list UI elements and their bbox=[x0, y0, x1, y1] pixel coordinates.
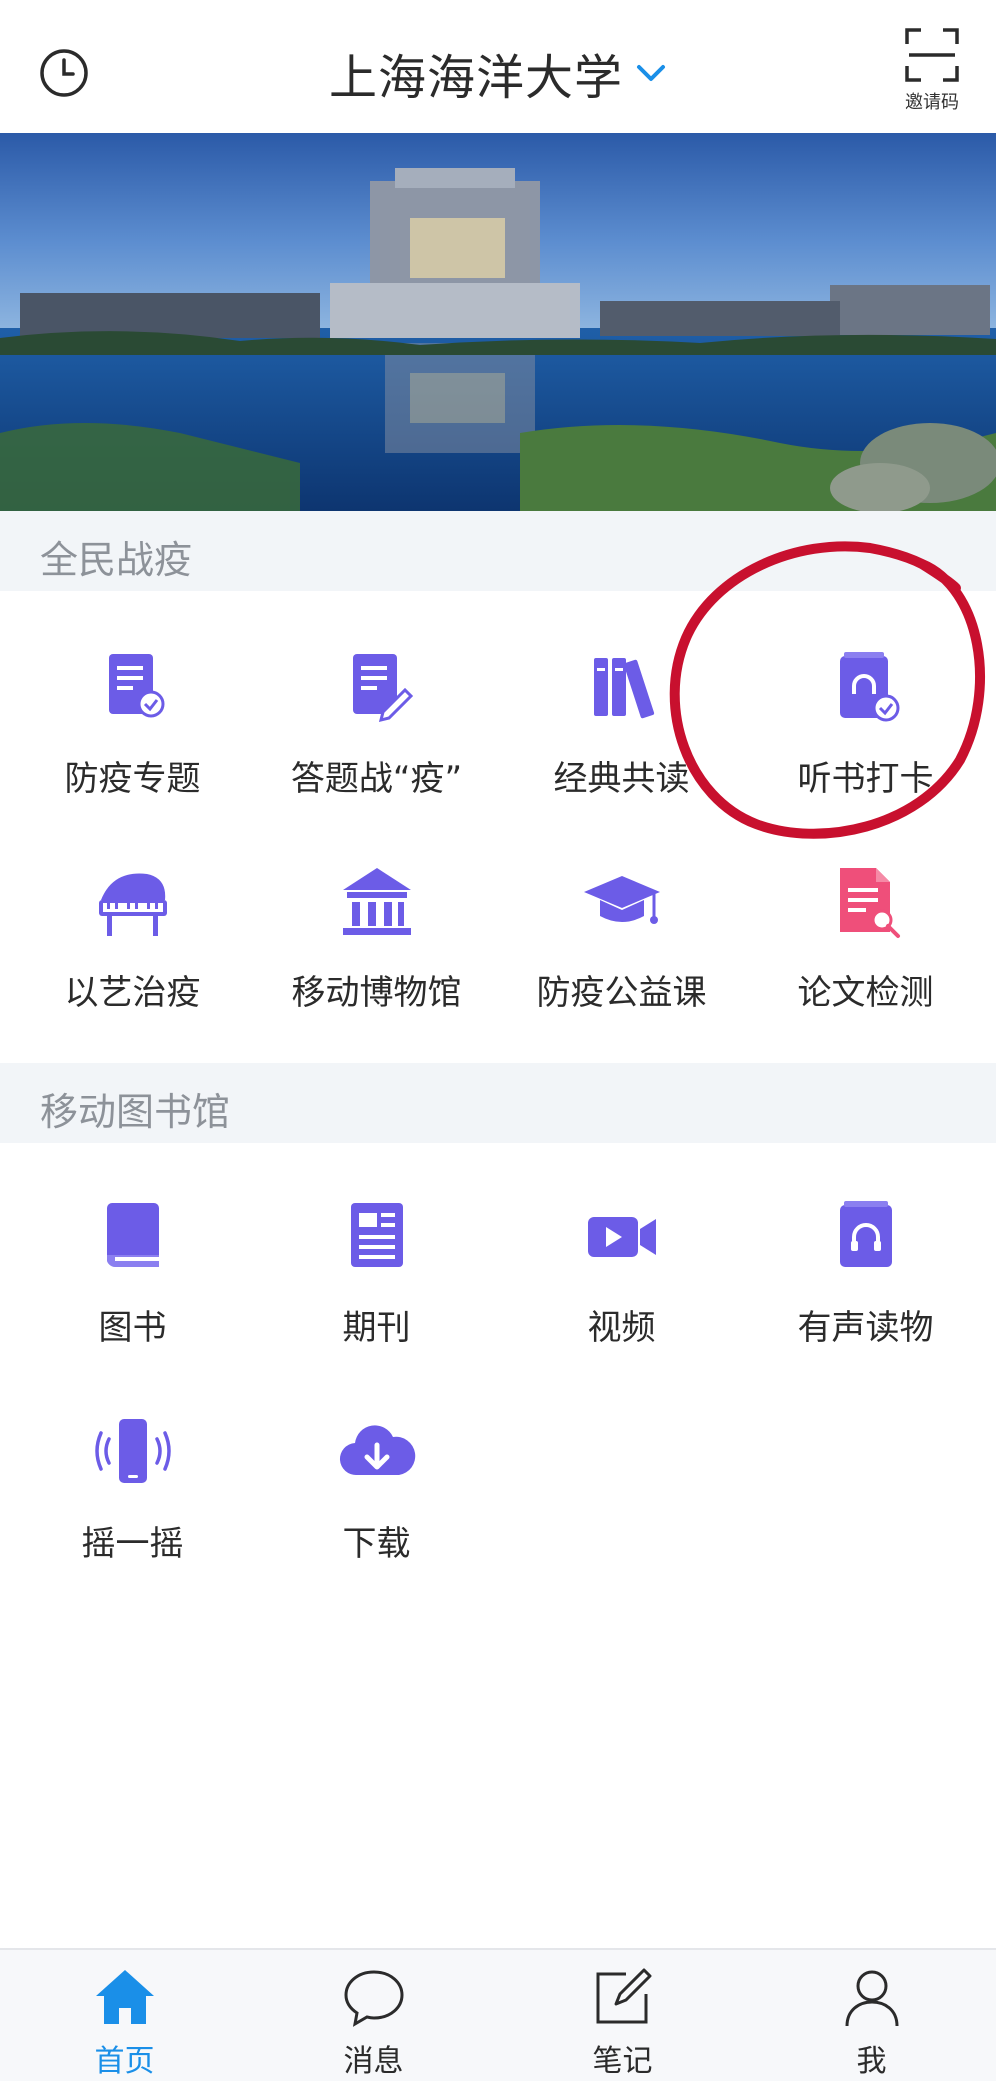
grid-item-label: 期刊 bbox=[342, 1308, 411, 1348]
document-medal-icon bbox=[93, 648, 173, 728]
tab-label: 我 bbox=[856, 2044, 887, 2079]
chat-bubble-icon bbox=[341, 1964, 407, 2030]
tab-me[interactable]: 我 bbox=[747, 1950, 996, 2081]
book-icon bbox=[93, 1197, 173, 1277]
grid-item-quiz[interactable]: 答题战“疫” bbox=[252, 648, 501, 828]
grid-item-museum[interactable]: 移动博物馆 bbox=[252, 862, 501, 1042]
journal-icon bbox=[337, 1197, 417, 1277]
section-epidemic-header: 全民战疫 bbox=[0, 511, 996, 591]
grid-item-audiobook-checkin[interactable]: 听书打卡 bbox=[741, 648, 990, 828]
grid-item-epidemic-topic[interactable]: 防疫专题 bbox=[8, 648, 257, 828]
campus-banner-image[interactable] bbox=[0, 133, 996, 511]
school-name: 上海海洋大学 bbox=[328, 50, 623, 106]
tab-messages[interactable]: 消息 bbox=[249, 1950, 498, 2081]
grid-item-public-course[interactable]: 防疫公益课 bbox=[497, 862, 746, 1042]
tab-home[interactable]: 首页 bbox=[0, 1950, 249, 2081]
museum-icon bbox=[337, 862, 417, 942]
invite-code-button[interactable]: 邀请码 bbox=[896, 26, 968, 116]
section-title: 全民战疫 bbox=[40, 538, 193, 582]
audiobook-check-icon bbox=[826, 648, 906, 728]
chevron-down-icon bbox=[635, 62, 667, 84]
grid-item-label: 经典共读 bbox=[553, 759, 690, 799]
paper-search-icon bbox=[826, 862, 906, 942]
cloud-download-icon bbox=[337, 1413, 417, 1493]
grid-item-journals[interactable]: 期刊 bbox=[252, 1197, 501, 1377]
grid-item-download[interactable]: 下载 bbox=[252, 1413, 501, 1593]
grid-item-audiobooks[interactable]: 有声读物 bbox=[741, 1197, 990, 1377]
header: 上海海洋大学 邀请码 bbox=[0, 0, 996, 133]
document-pen-icon bbox=[337, 648, 417, 728]
bottom-tab-bar: 首页 消息 笔记 我 bbox=[0, 1948, 996, 2081]
invite-label: 邀请码 bbox=[905, 92, 959, 113]
grid-item-label: 图书 bbox=[98, 1308, 167, 1348]
tab-label: 消息 bbox=[343, 2044, 404, 2079]
user-icon bbox=[839, 1964, 905, 2030]
grid-item-label: 听书打卡 bbox=[797, 759, 934, 799]
grid-item-videos[interactable]: 视频 bbox=[497, 1197, 746, 1377]
section-title: 移动图书馆 bbox=[40, 1090, 231, 1134]
tab-notes[interactable]: 笔记 bbox=[498, 1950, 747, 2081]
graduation-cap-icon bbox=[582, 862, 662, 942]
grid-item-label: 答题战“疫” bbox=[290, 759, 463, 799]
grid-item-label: 论文检测 bbox=[797, 973, 934, 1013]
grid-item-label: 摇一摇 bbox=[81, 1524, 184, 1564]
audiobook-icon bbox=[826, 1197, 906, 1277]
home-icon bbox=[92, 1964, 158, 2030]
video-camera-icon bbox=[582, 1197, 662, 1277]
grid-item-classic-reading[interactable]: 经典共读 bbox=[497, 648, 746, 828]
grid-item-books[interactable]: 图书 bbox=[8, 1197, 257, 1377]
grid-item-label: 以艺治疫 bbox=[64, 973, 201, 1013]
grid-item-label: 有声读物 bbox=[797, 1308, 934, 1348]
tab-label: 笔记 bbox=[592, 2044, 653, 2079]
grid-item-label: 防疫专题 bbox=[64, 759, 201, 799]
scan-icon bbox=[896, 26, 968, 84]
section-library-header: 移动图书馆 bbox=[0, 1063, 996, 1143]
grid-item-label: 下载 bbox=[342, 1524, 411, 1564]
books-icon bbox=[582, 648, 662, 728]
grid-item-paper-check[interactable]: 论文检测 bbox=[741, 862, 990, 1042]
grid-item-shake[interactable]: 摇一摇 bbox=[8, 1413, 257, 1593]
grid-item-label: 移动博物馆 bbox=[291, 973, 462, 1013]
piano-icon bbox=[93, 862, 173, 942]
grid-item-label: 视频 bbox=[587, 1308, 656, 1348]
shake-phone-icon bbox=[93, 1413, 173, 1493]
note-edit-icon bbox=[590, 1964, 656, 2030]
grid-item-art[interactable]: 以艺治疫 bbox=[8, 862, 257, 1042]
tab-label: 首页 bbox=[94, 2044, 155, 2079]
grid-item-label: 防疫公益课 bbox=[536, 973, 707, 1013]
school-selector[interactable]: 上海海洋大学 bbox=[0, 38, 996, 108]
